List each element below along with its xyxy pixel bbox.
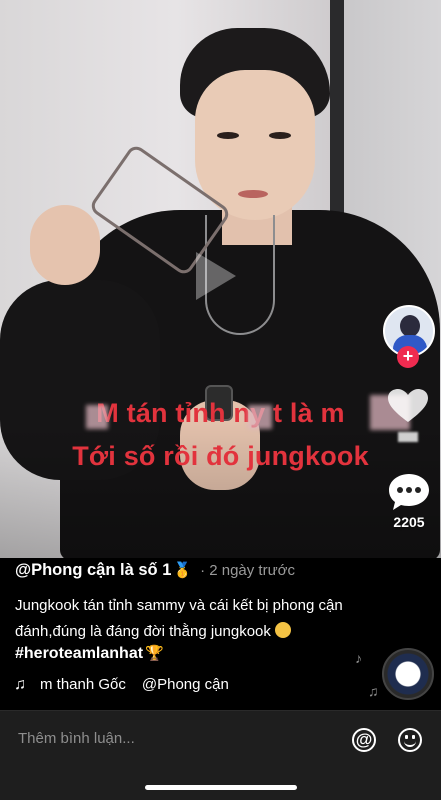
home-indicator[interactable] [145, 785, 297, 790]
censor-blur [248, 405, 272, 429]
comment-icon[interactable] [387, 472, 431, 512]
comment-input[interactable]: Thêm bình luận... [18, 730, 135, 747]
floating-note-icon: ♪ [355, 650, 362, 666]
smirk-emoji-icon [275, 622, 292, 638]
follow-plus-icon[interactable]: + [397, 346, 419, 368]
floating-note-icon: ♫ [368, 683, 379, 699]
music-note-icon: ♫ [14, 676, 26, 693]
heart-icon[interactable] [387, 388, 429, 424]
video-description: Jungkook tán tỉnh sammy và cái kết bị ph… [15, 593, 355, 645]
author-row: @Phong cận là số 1 🥇 · 2 ngày trước [15, 561, 295, 580]
mention-icon[interactable]: @ [352, 728, 376, 752]
post-time: · 2 ngày trước [200, 562, 295, 579]
hashtag-link[interactable]: #heroteamlanhat [15, 645, 143, 662]
medal-icon: 🥇 [173, 562, 193, 579]
video-overlay-line-2: Tới số rồi đó jungkook [72, 441, 369, 471]
video-player[interactable]: M tán tỉnh ny t là m Tới số rồi đó jungk… [0, 0, 441, 558]
trophy-icon: 🏆 [145, 645, 164, 662]
emoji-picker-icon[interactable] [398, 728, 422, 752]
hashtag-row: #heroteamlanhat 🏆 [15, 644, 164, 663]
censor-blur [86, 405, 108, 429]
sound-title: m thanh Gốc [40, 676, 126, 693]
like-count-censored [398, 432, 418, 442]
description-text: Jungkook tán tỉnh sammy và cái kết bị ph… [15, 597, 343, 640]
sound-author: @Phong cận [141, 676, 229, 693]
comment-count: 2205 [393, 514, 425, 530]
music-disc-icon[interactable] [382, 648, 434, 700]
sound-row[interactable]: ♫ m thanh Gốc @Phong cận [14, 676, 374, 698]
author-username[interactable]: @Phong cận là số 1 [15, 561, 171, 579]
play-icon[interactable] [196, 252, 236, 300]
